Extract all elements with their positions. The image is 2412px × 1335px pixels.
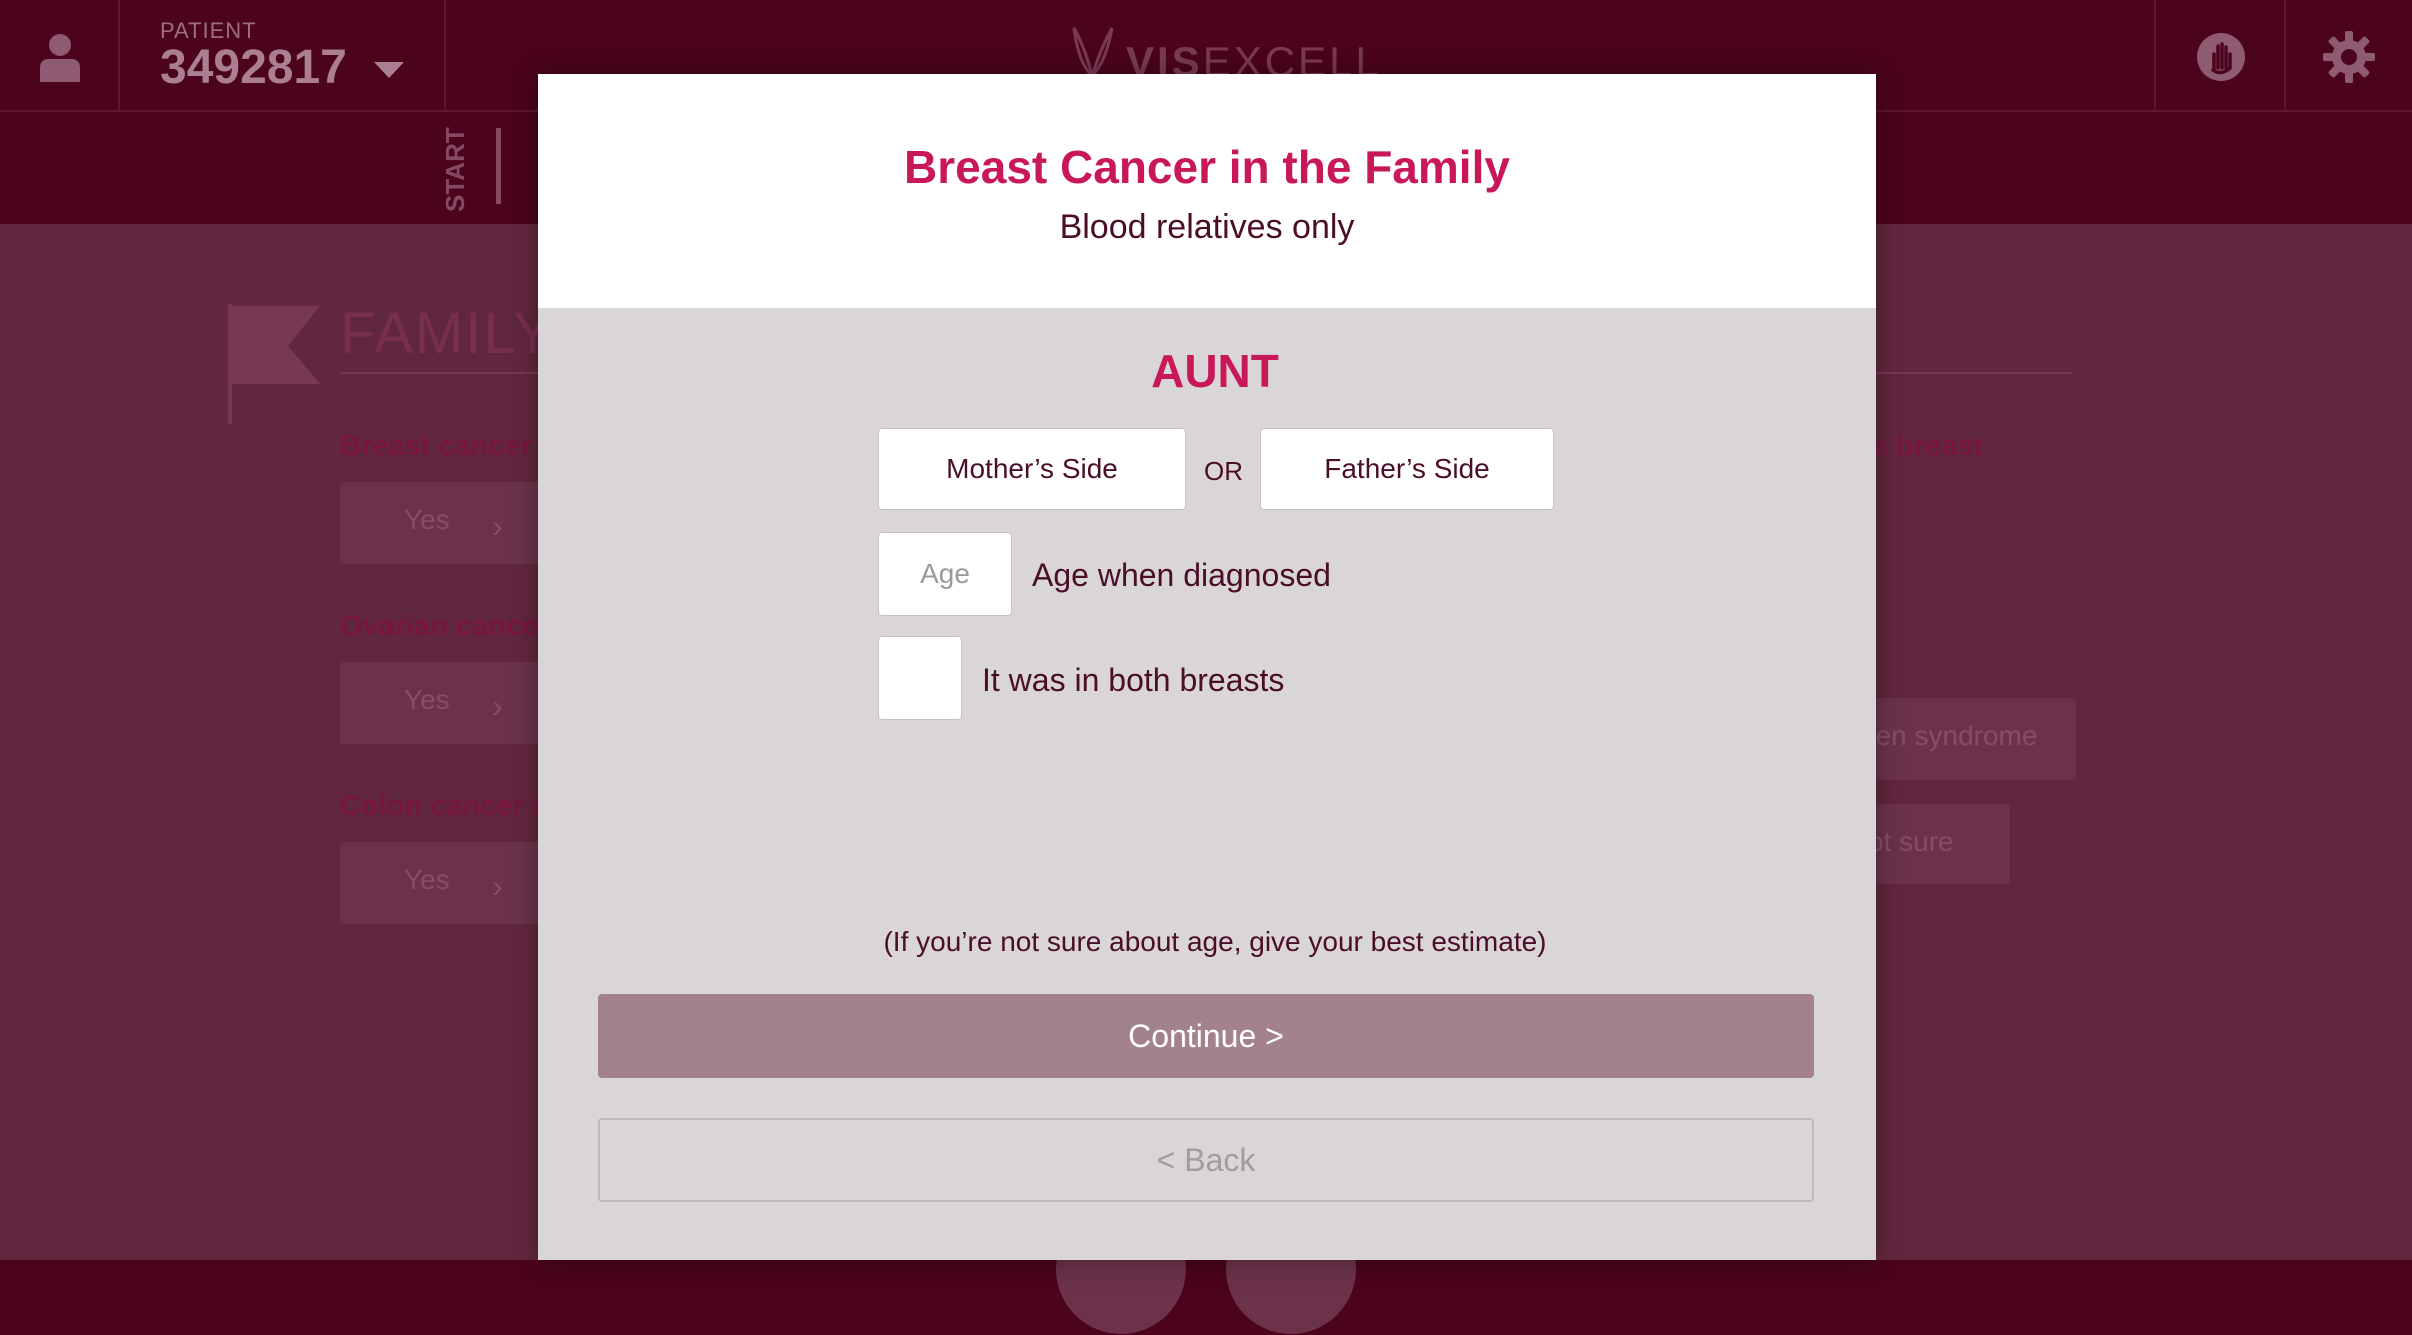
mothers-side-button[interactable]: Mother’s Side xyxy=(878,428,1186,510)
family-history-modal: Breast Cancer in the Family Blood relati… xyxy=(538,74,1876,1260)
relative-heading: AUNT xyxy=(1151,345,1279,397)
age-input[interactable] xyxy=(878,532,1012,616)
both-breasts-checkbox[interactable] xyxy=(878,636,962,720)
modal-subtitle: Blood relatives only xyxy=(1059,208,1355,246)
both-breasts-label: It was in both breasts xyxy=(982,662,1285,698)
or-label: OR xyxy=(1204,456,1243,486)
age-estimate-hint: (If you’re not sure about age, give your… xyxy=(883,926,1547,957)
modal-title: Breast Cancer in the Family xyxy=(904,141,1510,193)
fathers-side-button[interactable]: Father’s Side xyxy=(1260,428,1554,510)
back-button[interactable]: < Back xyxy=(598,1118,1814,1202)
modal-header: Breast Cancer in the Family Blood relati… xyxy=(538,74,1876,308)
age-when-diagnosed-label: Age when diagnosed xyxy=(1032,557,1331,593)
continue-button[interactable]: Continue > xyxy=(598,994,1814,1078)
